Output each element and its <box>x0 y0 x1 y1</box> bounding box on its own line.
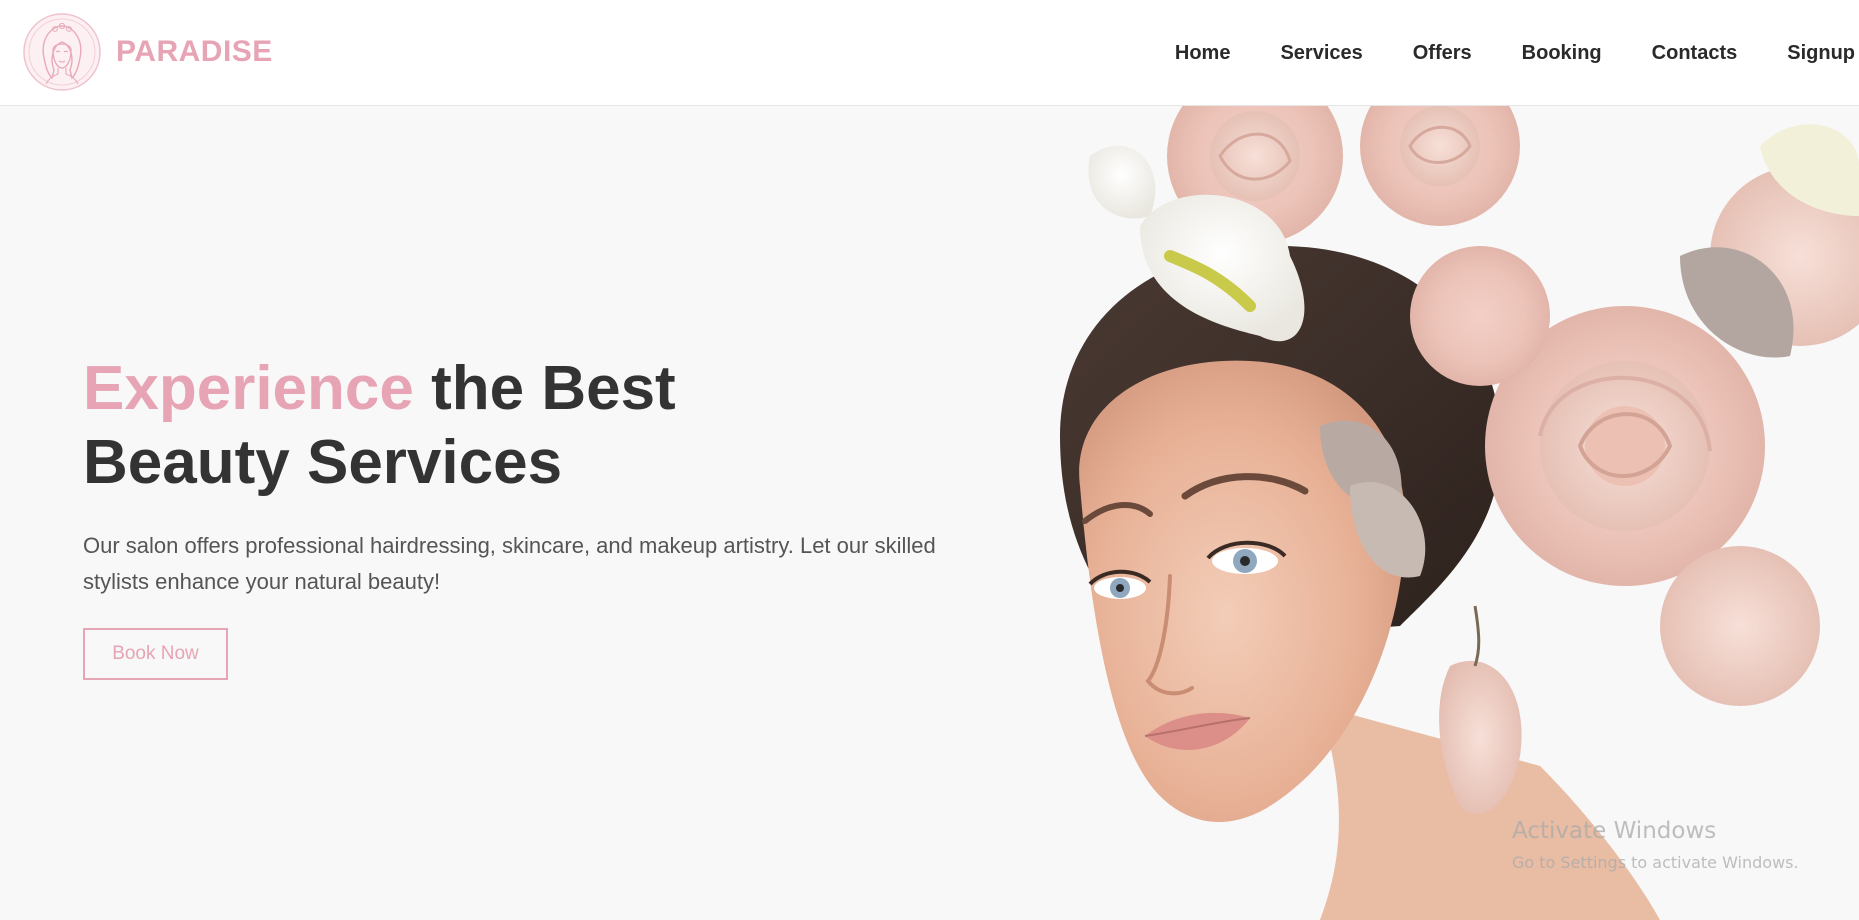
woman-face-logo-icon <box>23 13 101 91</box>
nav-contacts[interactable]: Contacts <box>1627 42 1763 65</box>
hero-title-line2: Beauty Services <box>83 428 563 497</box>
brand[interactable]: PARADISE <box>22 12 273 92</box>
brand-name: PARADISE <box>116 35 273 68</box>
nav-booking[interactable]: Booking <box>1497 42 1627 65</box>
hero-section: Experience the Best Beauty Services Our … <box>83 352 983 680</box>
page: PARADISE Home Services Offers Booking Co… <box>0 0 1859 920</box>
book-now-button[interactable]: Book Now <box>83 628 228 680</box>
activate-windows-watermark: Activate Windows Go to Settings to activ… <box>1512 816 1799 876</box>
woman-with-flowers-image <box>1020 106 1859 920</box>
nav-home[interactable]: Home <box>1150 42 1256 65</box>
watermark-title: Activate Windows <box>1512 818 1717 844</box>
hero-title-line1-rest: the Best <box>431 354 676 423</box>
nav-signup[interactable]: Signup <box>1762 42 1855 65</box>
watermark-subtitle: Go to Settings to activate Windows. <box>1512 853 1799 872</box>
hero-title-accent: Experience <box>83 354 414 423</box>
site-header: PARADISE Home Services Offers Booking Co… <box>0 0 1859 106</box>
nav-offers[interactable]: Offers <box>1388 42 1497 65</box>
hero-description: Our salon offers professional hairdressi… <box>83 533 936 594</box>
hero-title: Experience the Best Beauty Services <box>83 352 983 500</box>
nav-services[interactable]: Services <box>1255 42 1387 65</box>
main-nav: Home Services Offers Booking Contacts Si… <box>1150 0 1855 106</box>
